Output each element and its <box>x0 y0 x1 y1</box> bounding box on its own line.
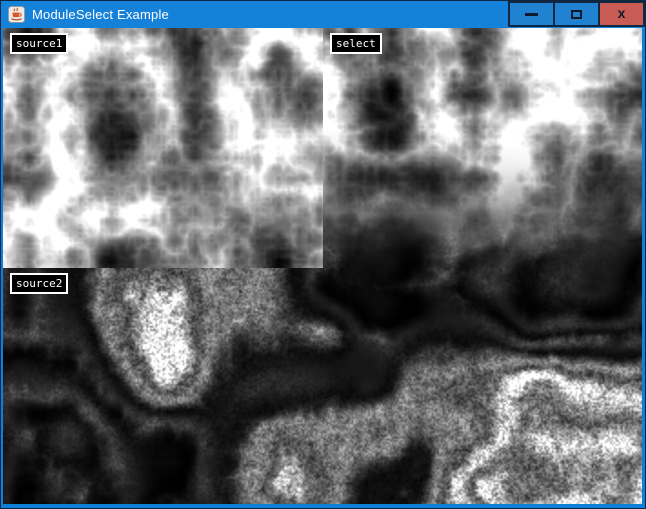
maximize-button[interactable] <box>553 1 600 27</box>
window-title: ModuleSelect Example <box>32 7 169 22</box>
close-button[interactable]: x <box>598 1 645 27</box>
source1-label: source1 <box>10 33 68 54</box>
window: ModuleSelect Example x source1 select so… <box>0 0 646 509</box>
java-coffee-cup-icon <box>8 6 25 23</box>
java-app-icon[interactable] <box>8 6 25 23</box>
window-controls: x <box>508 1 645 27</box>
source2-noise-image <box>3 268 323 504</box>
maximize-icon <box>571 10 582 19</box>
minimize-button[interactable] <box>508 1 555 27</box>
render-area: source1 select source2 <box>3 28 642 504</box>
title-bar[interactable]: ModuleSelect Example x <box>1 1 645 28</box>
source2-label: source2 <box>10 273 68 294</box>
select-label: select <box>330 33 382 54</box>
source1-noise-image <box>3 28 323 268</box>
close-icon: x <box>618 6 626 20</box>
minimize-icon <box>525 13 538 16</box>
